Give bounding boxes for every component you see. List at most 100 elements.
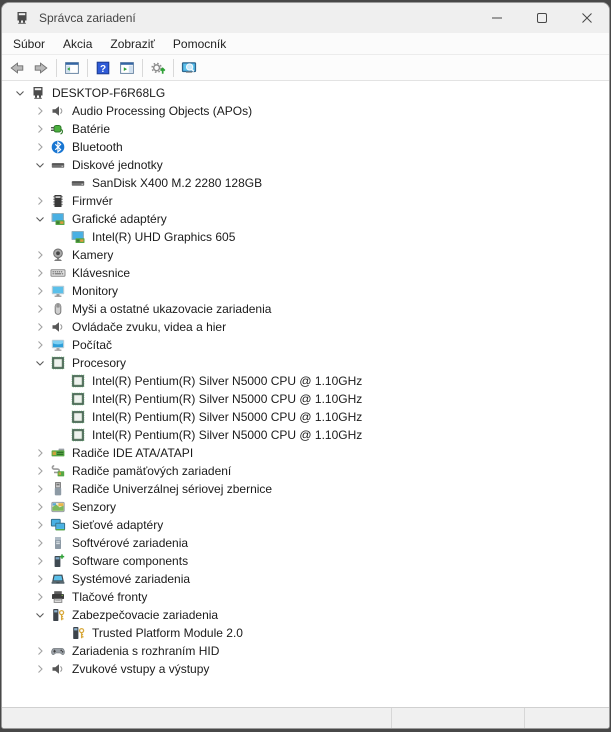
tree-item[interactable]: Klávesnice [2, 264, 609, 282]
speaker-icon [50, 661, 66, 677]
chevron-collapsed-icon[interactable] [30, 484, 50, 494]
toolbar: ? [2, 55, 609, 81]
chevron-collapsed-icon[interactable] [30, 196, 50, 206]
titlebar: Správca zariadení [2, 3, 609, 33]
chevron-collapsed-icon[interactable] [30, 250, 50, 260]
tree-item[interactable]: Batérie [2, 120, 609, 138]
tree-item-label: Kamery [72, 248, 114, 262]
tree-item[interactable]: Počítač [2, 336, 609, 354]
chevron-collapsed-icon[interactable] [30, 574, 50, 584]
tree-item-label: Zvukové vstupy a výstupy [72, 662, 210, 676]
tree-item[interactable]: Tlačové fronty [2, 588, 609, 606]
tree-item-label: Software components [72, 554, 189, 568]
tree-item[interactable]: Radiče pamäťových zariadení [2, 462, 609, 480]
tree-item-label: DESKTOP-F6R68LG [52, 86, 166, 100]
chevron-expanded-icon[interactable] [30, 160, 50, 170]
tree-item-label: Monitory [72, 284, 119, 298]
status-segment [391, 708, 524, 728]
chevron-collapsed-icon[interactable] [30, 466, 50, 476]
tree-item[interactable]: Radiče Univerzálnej sériovej zbernice [2, 480, 609, 498]
forward-arrow-button[interactable] [29, 57, 53, 79]
tree-item-label: Radiče Univerzálnej sériovej zbernice [72, 482, 273, 496]
tree-item[interactable]: Monitory [2, 282, 609, 300]
chevron-expanded-icon[interactable] [30, 214, 50, 224]
toolbar-separator [56, 58, 57, 77]
chevron-collapsed-icon[interactable] [30, 520, 50, 530]
chevron-expanded-icon[interactable] [10, 88, 30, 98]
tree-item[interactable]: Senzory [2, 498, 609, 516]
chevron-collapsed-icon[interactable] [30, 502, 50, 512]
maximize-icon [536, 11, 547, 26]
chevron-collapsed-icon[interactable] [30, 322, 50, 332]
tree-item[interactable]: SanDisk X400 M.2 2280 128GB [2, 174, 609, 192]
software-device-icon [50, 535, 66, 551]
tree-item[interactable]: Software components [2, 552, 609, 570]
tree-item[interactable]: Sieťové adaptéry [2, 516, 609, 534]
menu-item-zobraziť[interactable]: Zobraziť [101, 34, 164, 54]
chevron-expanded-icon[interactable] [30, 610, 50, 620]
tree-item-label: Trusted Platform Module 2.0 [92, 626, 243, 640]
tree-item[interactable]: Systémové zariadenia [2, 570, 609, 588]
minimize-button[interactable] [474, 3, 519, 33]
tree-item[interactable]: Intel(R) Pentium(R) Silver N5000 CPU @ 1… [2, 390, 609, 408]
chevron-expanded-icon[interactable] [30, 358, 50, 368]
tree-item[interactable]: Intel(R) Pentium(R) Silver N5000 CPU @ 1… [2, 408, 609, 426]
chevron-collapsed-icon[interactable] [30, 592, 50, 602]
chevron-collapsed-icon[interactable] [30, 268, 50, 278]
help-question-button[interactable]: ? [91, 57, 115, 79]
chevron-collapsed-icon[interactable] [30, 286, 50, 296]
chevron-collapsed-icon[interactable] [30, 340, 50, 350]
chevron-collapsed-icon[interactable] [30, 106, 50, 116]
device-manager-window: Správca zariadení Súbor Akcia Zobraziť Pomo… [1, 2, 610, 729]
tree-item[interactable]: Zabezpečovacie zariadenia [2, 606, 609, 624]
menubar: Súbor Akcia Zobraziť Pomocník [2, 33, 609, 55]
tree-item-label: Intel(R) Pentium(R) Silver N5000 CPU @ 1… [92, 392, 363, 406]
tree-item-label: Intel(R) UHD Graphics 605 [92, 230, 236, 244]
tree-item[interactable]: Intel(R) Pentium(R) Silver N5000 CPU @ 1… [2, 426, 609, 444]
menu-item-súbor[interactable]: Súbor [4, 34, 54, 54]
close-button[interactable] [564, 3, 609, 33]
chevron-collapsed-icon[interactable] [30, 556, 50, 566]
system-device-icon [50, 571, 66, 587]
chevron-collapsed-icon[interactable] [30, 142, 50, 152]
tree-item[interactable]: Diskové jednotky [2, 156, 609, 174]
tree-item[interactable]: Bluetooth [2, 138, 609, 156]
tree-item[interactable]: DESKTOP-F6R68LG [2, 84, 609, 102]
tree-item[interactable]: Zariadenia s rozhraním HID [2, 642, 609, 660]
computer-icon [50, 337, 66, 353]
gear-update-button[interactable] [146, 57, 170, 79]
tree-item[interactable]: Zvukové vstupy a výstupy [2, 660, 609, 678]
chevron-collapsed-icon[interactable] [30, 304, 50, 314]
chevron-collapsed-icon[interactable] [30, 124, 50, 134]
tree-item[interactable]: Kamery [2, 246, 609, 264]
tree-item-label: Intel(R) Pentium(R) Silver N5000 CPU @ 1… [92, 410, 363, 424]
ide-controller-icon [50, 445, 66, 461]
menu-item-pomocník[interactable]: Pomocník [164, 34, 235, 54]
tree-item[interactable]: Ovládače zvuku, videa a hier [2, 318, 609, 336]
back-arrow-button[interactable] [5, 57, 29, 79]
maximize-button[interactable] [519, 3, 564, 33]
tree-item[interactable]: Procesory [2, 354, 609, 372]
menu-item-akcia[interactable]: Akcia [54, 34, 101, 54]
console-tree-window-button[interactable] [60, 57, 84, 79]
chevron-collapsed-icon[interactable] [30, 646, 50, 656]
tree-item[interactable]: Softvérové zariadenia [2, 534, 609, 552]
tree-item[interactable]: Trusted Platform Module 2.0 [2, 624, 609, 642]
security-device-icon [70, 625, 86, 641]
close-icon [581, 11, 592, 26]
tree-item[interactable]: Myši a ostatné ukazovacie zariadenia [2, 300, 609, 318]
tree-item[interactable]: Radiče IDE ATA/ATAPI [2, 444, 609, 462]
tree-item[interactable]: Firmvér [2, 192, 609, 210]
tree-item[interactable]: Intel(R) UHD Graphics 605 [2, 228, 609, 246]
chevron-collapsed-icon[interactable] [30, 448, 50, 458]
tree-item-label: Počítač [72, 338, 113, 352]
security-device-icon [50, 607, 66, 623]
chevron-collapsed-icon[interactable] [30, 538, 50, 548]
tree-item-label: Intel(R) Pentium(R) Silver N5000 CPU @ 1… [92, 374, 363, 388]
tree-item[interactable]: Intel(R) Pentium(R) Silver N5000 CPU @ 1… [2, 372, 609, 390]
tree-item[interactable]: Grafické adaptéry [2, 210, 609, 228]
chevron-collapsed-icon[interactable] [30, 664, 50, 674]
action-pane-window-button[interactable] [115, 57, 139, 79]
tree-item[interactable]: Audio Processing Objects (APOs) [2, 102, 609, 120]
computer-search-button[interactable] [177, 57, 201, 79]
